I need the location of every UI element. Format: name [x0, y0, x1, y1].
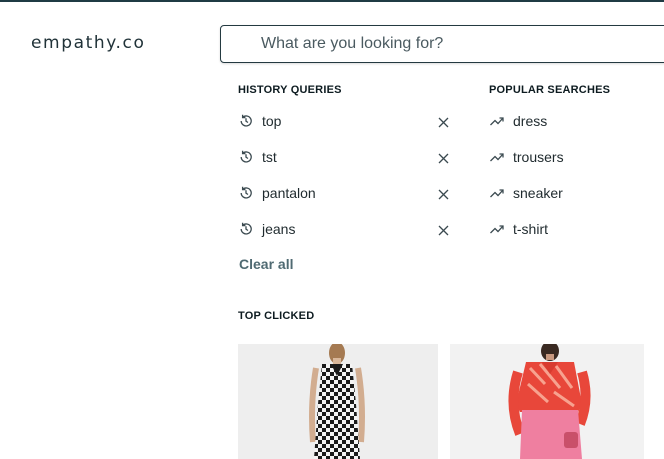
trending-icon: [489, 149, 505, 165]
history-item[interactable]: tst: [238, 146, 277, 168]
top-accent-line: [0, 0, 664, 2]
history-icon: [238, 185, 254, 201]
popular-item-label: t-shirt: [513, 221, 548, 237]
checkered-dress-product-image[interactable]: [238, 344, 438, 459]
popular-item-label: trousers: [513, 149, 564, 165]
clear-all-button[interactable]: Clear all: [239, 256, 293, 272]
history-item[interactable]: pantalon: [238, 182, 316, 204]
search-input[interactable]: [261, 34, 661, 54]
remove-history-jeans-icon[interactable]: [436, 223, 450, 237]
history-queries-title: HISTORY QUERIES: [238, 84, 342, 96]
popular-item[interactable]: trousers: [489, 146, 564, 168]
history-icon: [238, 149, 254, 165]
history-item-label: top: [262, 113, 282, 129]
popular-searches-title: POPULAR SEARCHES: [489, 84, 611, 96]
remove-history-top-icon[interactable]: [436, 115, 450, 129]
search-box[interactable]: [220, 25, 664, 63]
remove-history-pantalon-icon[interactable]: [436, 187, 450, 201]
top-clicked-title: TOP CLICKED: [238, 310, 315, 322]
history-item-label: jeans: [262, 221, 296, 237]
red-blouse-pink-skirt-product-image[interactable]: [450, 344, 644, 459]
history-icon: [238, 221, 254, 237]
history-item-label: tst: [262, 149, 277, 165]
history-item[interactable]: top: [238, 110, 281, 132]
popular-item[interactable]: dress: [489, 110, 547, 132]
product-card[interactable]: [450, 344, 644, 459]
popular-item[interactable]: sneaker: [489, 182, 563, 204]
remove-history-tst-icon[interactable]: [436, 151, 450, 165]
product-card[interactable]: [238, 344, 438, 459]
trending-icon: [489, 185, 505, 201]
trending-icon: [489, 221, 505, 237]
brand-logo[interactable]: empathy.co: [31, 33, 145, 53]
history-item-label: pantalon: [262, 185, 316, 201]
popular-item-label: sneaker: [513, 185, 563, 201]
popular-item[interactable]: t-shirt: [489, 218, 548, 240]
popular-item-label: dress: [513, 113, 548, 129]
history-icon: [238, 113, 254, 129]
history-item[interactable]: jeans: [238, 218, 295, 240]
trending-icon: [489, 113, 505, 129]
